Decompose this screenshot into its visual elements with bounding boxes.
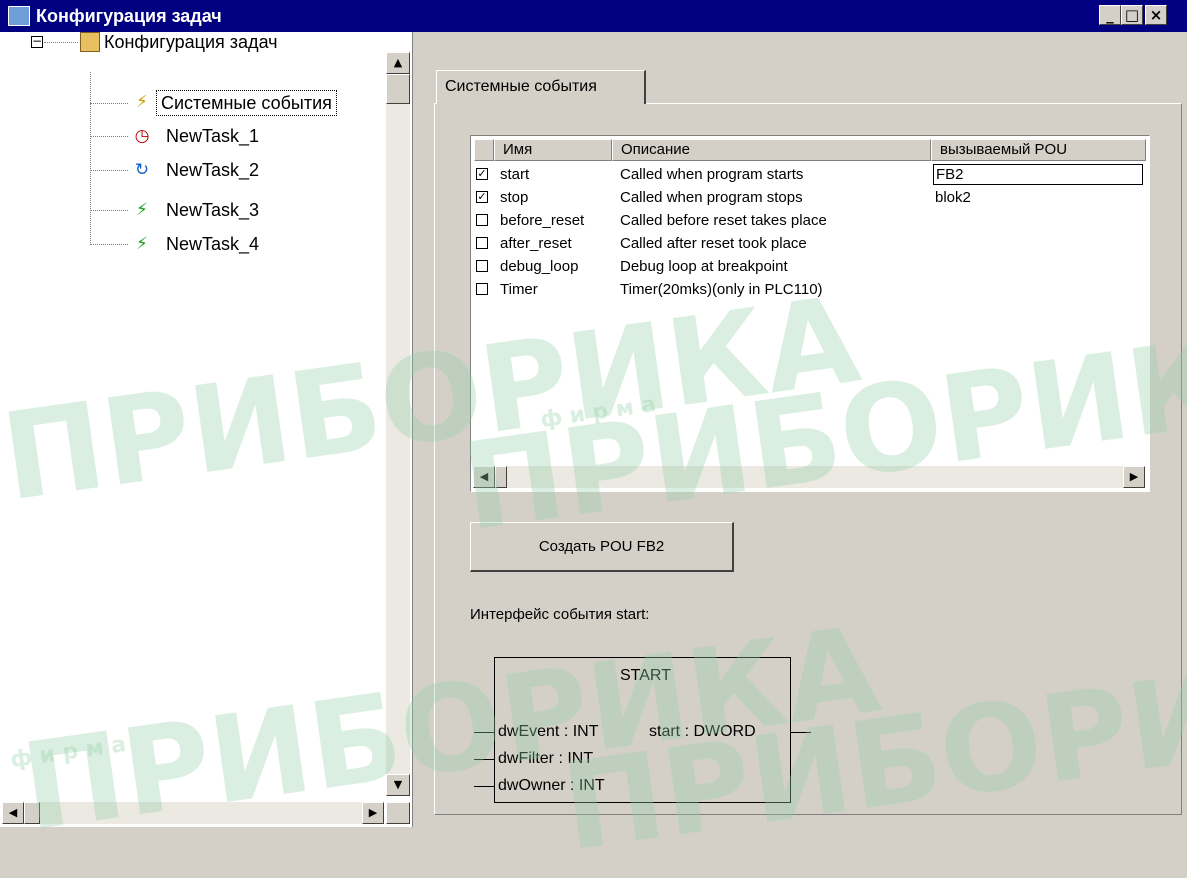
maximize-button[interactable]: □ (1121, 5, 1143, 25)
tree-connector (90, 136, 128, 137)
task-tree-panel: − Конфигурация задач ⚡ Системные события… (0, 32, 412, 827)
event-checkbox[interactable]: ✓ (476, 191, 488, 203)
close-button[interactable]: × (1145, 5, 1167, 25)
table-horizontal-scrollbar[interactable] (473, 466, 1145, 488)
minimize-button[interactable]: _ (1099, 5, 1121, 25)
input-pin-line (474, 732, 494, 733)
tree-item-newtask-1[interactable]: NewTask_1 (166, 123, 259, 149)
scroll-up-button[interactable]: ▲ (386, 52, 410, 74)
input-pin-line (474, 759, 494, 760)
lightning-icon: ⚡ (136, 92, 148, 112)
collapse-toggle[interactable]: − (31, 35, 43, 48)
tree-scroll-thumb[interactable] (386, 74, 410, 104)
event-name: stop (500, 189, 529, 206)
scroll-right-button[interactable]: ▶ (362, 802, 384, 824)
event-description: Called after reset took place (620, 235, 807, 252)
tree-connector (90, 244, 128, 245)
event-description: Called when program starts (620, 166, 804, 183)
input-pin-label: dwFilter : INT (498, 750, 594, 767)
event-checkbox[interactable] (476, 283, 488, 295)
event-pou[interactable]: blok2 (935, 189, 971, 207)
table-header-check (474, 139, 494, 161)
clock-icon: ◷ (134, 126, 150, 146)
tree-connector (44, 42, 78, 43)
splitter[interactable] (412, 32, 420, 827)
table-header-pou[interactable]: вызываемый POU (931, 139, 1146, 161)
event-checkbox[interactable] (476, 214, 488, 226)
table-scroll-left-button[interactable]: ◀ (473, 466, 495, 488)
create-pou-button[interactable]: Создать POU FB2 (470, 522, 734, 572)
table-header-description[interactable]: Описание (612, 139, 931, 161)
tree-item-system-events[interactable]: Системные события (156, 90, 337, 116)
input-pin-line (474, 786, 494, 787)
tree-root-label[interactable]: Конфигурация задач (104, 29, 278, 55)
cycle-arrows-icon: ↻ (134, 160, 150, 180)
lightning-icon: ⚡ (136, 234, 148, 254)
interface-label: Интерфейс события start: (470, 606, 650, 623)
event-name: debug_loop (500, 258, 579, 275)
config-folder-icon (80, 32, 100, 52)
tree-horizontal-scrollbar[interactable] (2, 802, 384, 824)
event-description: Debug loop at breakpoint (620, 258, 788, 275)
window-icon (8, 6, 30, 26)
tree-connector (90, 210, 128, 211)
scroll-left-button[interactable]: ◀ (2, 802, 24, 824)
event-name: after_reset (500, 235, 572, 252)
pou-edit-field[interactable]: FB2 (933, 164, 1143, 185)
event-description: Called before reset takes place (620, 212, 827, 229)
block-name: START (620, 667, 671, 684)
scroll-corner (386, 802, 410, 824)
tree-hscroll-thumb[interactable] (24, 802, 40, 824)
events-table (470, 135, 1150, 492)
table-hscroll-thumb[interactable] (495, 466, 507, 488)
scroll-down-button[interactable]: ▼ (386, 774, 410, 796)
tree-item-newtask-2[interactable]: NewTask_2 (166, 157, 259, 183)
input-pin-label: dwOwner : INT (498, 777, 605, 794)
tree-item-newtask-4[interactable]: NewTask_4 (166, 231, 259, 257)
lightning-icon: ⚡ (136, 200, 148, 220)
tree-connector (90, 170, 128, 171)
tree-connector (90, 103, 128, 104)
event-description: Timer(20mks)(only in PLC110) (620, 281, 823, 298)
table-header-name[interactable]: Имя (494, 139, 612, 161)
event-name: start (500, 166, 530, 183)
output-pin-line (791, 732, 811, 733)
title-bar: Конфигурация задач _ □ × (0, 0, 1187, 32)
output-pin-label: start : DWORD (649, 723, 756, 740)
window-title: Конфигурация задач (36, 6, 222, 26)
tree-vertical-scrollbar[interactable] (386, 52, 410, 796)
tab-system-events[interactable]: Системные события (436, 70, 646, 104)
table-scroll-right-button[interactable]: ▶ (1123, 466, 1145, 488)
event-description: Called when program stops (620, 189, 803, 206)
input-pin-label: dwEvent : INT (498, 723, 599, 740)
event-name: before_reset (500, 212, 585, 229)
event-checkbox[interactable] (476, 237, 488, 249)
event-checkbox[interactable] (476, 260, 488, 272)
tree-item-newtask-3[interactable]: NewTask_3 (166, 197, 259, 223)
tree-connector (90, 72, 91, 245)
event-checkbox[interactable]: ✓ (476, 168, 488, 180)
event-name: Timer (500, 281, 538, 298)
